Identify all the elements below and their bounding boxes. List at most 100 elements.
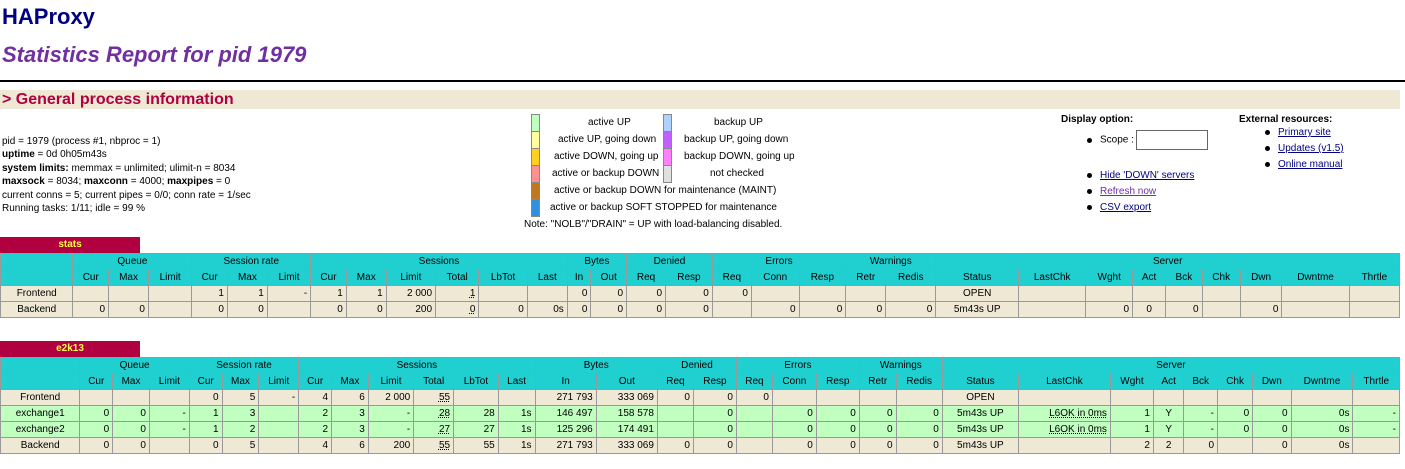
table-cell: 3 <box>221 405 260 422</box>
hide-down-link[interactable]: Hide 'DOWN' servers <box>1100 170 1194 181</box>
table-group-header: Queue Session rate Sessions Bytes Denied Erro… <box>0 357 1401 374</box>
table-cell: 0 <box>79 405 114 422</box>
table-row[interactable]: exchange1 0 0-1 3 2 3-28 28 1s 146 497 158 578 0 0 0… <box>0 405 1400 422</box>
table-cell: - <box>1183 405 1218 422</box>
table-cell <box>147 301 193 318</box>
table-row[interactable]: Frontend 1 1-1 1 2 000 1 0 0 0 0 0 OPEN <box>0 285 1401 302</box>
table-cell <box>1017 437 1111 454</box>
proxy-name-tag[interactable]: stats <box>0 237 140 253</box>
group-header-cell: Denied <box>626 253 713 270</box>
table-group-header: Queue Session rate Sessions Bytes Denied Erro… <box>0 253 1400 270</box>
csv-export-link[interactable]: CSV export <box>1100 202 1151 213</box>
table-cell: 0 <box>191 301 228 318</box>
table-cell <box>258 405 300 422</box>
table-cell: 0 <box>1216 405 1254 422</box>
table-cell: 2 <box>1152 437 1185 454</box>
table-cell: 333 069 <box>595 437 658 454</box>
table-cell: 0 <box>566 285 592 302</box>
proxy-stats-table: Queue Session rate Sessions Bytes Denied Erro… <box>0 253 1401 318</box>
table-cell: 0 <box>815 437 860 454</box>
table-cell: 55 <box>453 437 499 454</box>
table-cell <box>148 437 190 454</box>
table-cell <box>750 285 800 302</box>
scope-row: Scope : <box>1087 130 1208 150</box>
column-header-cell: Dwn <box>1252 373 1292 390</box>
table-cell <box>895 389 943 406</box>
column-header-cell: In <box>534 373 597 390</box>
table-cell: 0 <box>692 437 737 454</box>
table-cell: 0s <box>1290 421 1354 438</box>
group-header-cell <box>0 253 74 270</box>
legend-swatch <box>531 165 540 183</box>
column-header-cell: Max <box>112 373 150 390</box>
table-cell <box>1018 285 1087 302</box>
table-cell: 0 <box>625 285 667 302</box>
updates-link[interactable]: Updates (v1.5) <box>1278 143 1344 154</box>
column-header-cell: Last <box>526 269 568 286</box>
table-cell <box>735 437 773 454</box>
table-cell <box>1017 389 1111 406</box>
column-header-cell: Retr <box>845 269 887 286</box>
table-cell: 0 <box>72 301 110 318</box>
bullet-icon <box>1265 161 1270 167</box>
table-cell: - <box>367 421 415 438</box>
table-cell: 0 <box>1252 437 1292 454</box>
table-cell: 0 <box>895 421 943 438</box>
legend-swatch <box>531 199 540 217</box>
table-cell <box>72 285 110 302</box>
table-column-header: Cur Max Limit Cur Max Limit Cur Max Limit Total Lb… <box>0 373 1400 390</box>
column-header-cell: Max <box>345 269 387 286</box>
table-cell: 0 <box>1252 405 1292 422</box>
row-label: exchange2 <box>0 421 81 438</box>
table-cell <box>1352 389 1400 406</box>
table-cell: 0 <box>895 437 943 454</box>
table-cell: 0 <box>310 301 347 318</box>
column-header-cell: Cur <box>298 373 333 390</box>
table-cell <box>1216 437 1254 454</box>
table-cell: 0 <box>656 389 694 406</box>
table-cell <box>1281 285 1350 302</box>
table-cell: 0 <box>1165 301 1203 318</box>
column-header-cell: Out <box>590 269 627 286</box>
table-cell <box>656 421 694 438</box>
column-header-cell: Req <box>625 269 667 286</box>
table-cell: 0 <box>692 405 737 422</box>
table-cell: 2 <box>298 421 333 438</box>
column-header-cell: Bck <box>1165 269 1203 286</box>
table-cell <box>266 301 312 318</box>
table-cell: 0 <box>815 421 860 438</box>
table-cell: 1 <box>345 285 387 302</box>
table-row[interactable]: Backend 0 0 0 5 4 6 200 55 55 1s 271 793 333 069 0 0 0 0… <box>0 437 1400 454</box>
column-header-cell: Thrtle <box>1348 269 1401 286</box>
table-cell: 4 <box>298 389 333 406</box>
table-cell: - <box>148 421 190 438</box>
table-cell <box>526 285 568 302</box>
table-cell: 0 <box>858 421 897 438</box>
proxy-name-tag[interactable]: e2k13 <box>0 341 140 357</box>
column-header-cell: Req <box>656 373 694 390</box>
bullet-icon <box>1265 145 1270 151</box>
group-header-cell: Sessions <box>310 253 568 270</box>
table-cell: 3 <box>331 405 369 422</box>
table-cell: 0s <box>1290 437 1354 454</box>
group-header-cell: Session rate <box>191 253 312 270</box>
refresh-link[interactable]: Refresh now <box>1100 186 1156 197</box>
table-cell: 0 <box>478 301 528 318</box>
table-cell: Y <box>1152 421 1185 438</box>
table-cell: 0 <box>692 389 737 406</box>
table-cell <box>1290 389 1354 406</box>
table-cell: 333 069 <box>595 389 658 406</box>
primary-site-link[interactable]: Primary site <box>1278 127 1331 138</box>
table-cell: 28 <box>413 405 455 422</box>
table-cell: 1 <box>226 285 268 302</box>
column-header-cell: Req <box>735 373 773 390</box>
online-manual-link[interactable]: Online manual <box>1278 159 1342 170</box>
table-row[interactable]: Backend 0 0 0 0 0 0 200 0 0 0s 0 0 0 0 0 0 0 0 5m43s UP 0 0 0 0 <box>0 301 1401 318</box>
limits-line: system limits: memmax = unlimited; ulimi… <box>2 162 236 174</box>
table-row[interactable]: Frontend 0 5-4 6 2 000 55 271 793 333 069 0 0 0 OPE… <box>0 389 1400 406</box>
scope-input[interactable] <box>1135 130 1208 150</box>
column-header-cell: Max <box>331 373 369 390</box>
external-resources: External resources: <box>1239 114 1332 125</box>
table-row[interactable]: exchange2 0 0-1 2 2 3-27 27 1s 125 296 174 491 0 0 0… <box>0 421 1400 438</box>
table-cell: 0 <box>735 389 773 406</box>
